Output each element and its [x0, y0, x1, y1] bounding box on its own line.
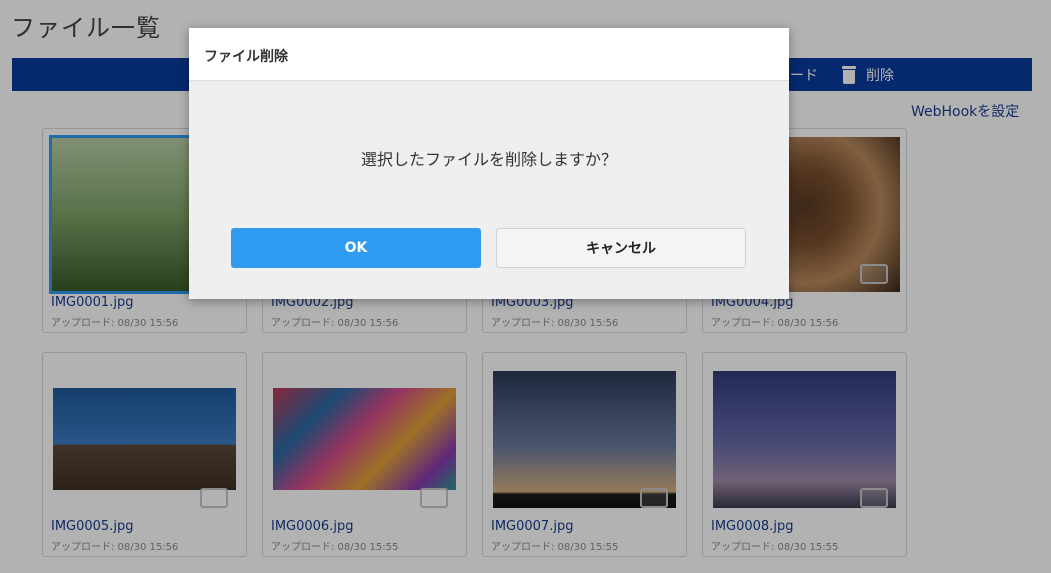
delete-confirm-dialog: ファイル削除 選択したファイルを削除しますか？ OK キャンセル: [189, 28, 789, 299]
dialog-message: 選択したファイルを削除しますか？: [360, 150, 617, 169]
cancel-button[interactable]: キャンセル: [496, 228, 746, 268]
ok-button[interactable]: OK: [231, 228, 481, 268]
dialog-header: ファイル削除: [189, 28, 789, 81]
dialog-title: ファイル削除: [204, 49, 288, 65]
